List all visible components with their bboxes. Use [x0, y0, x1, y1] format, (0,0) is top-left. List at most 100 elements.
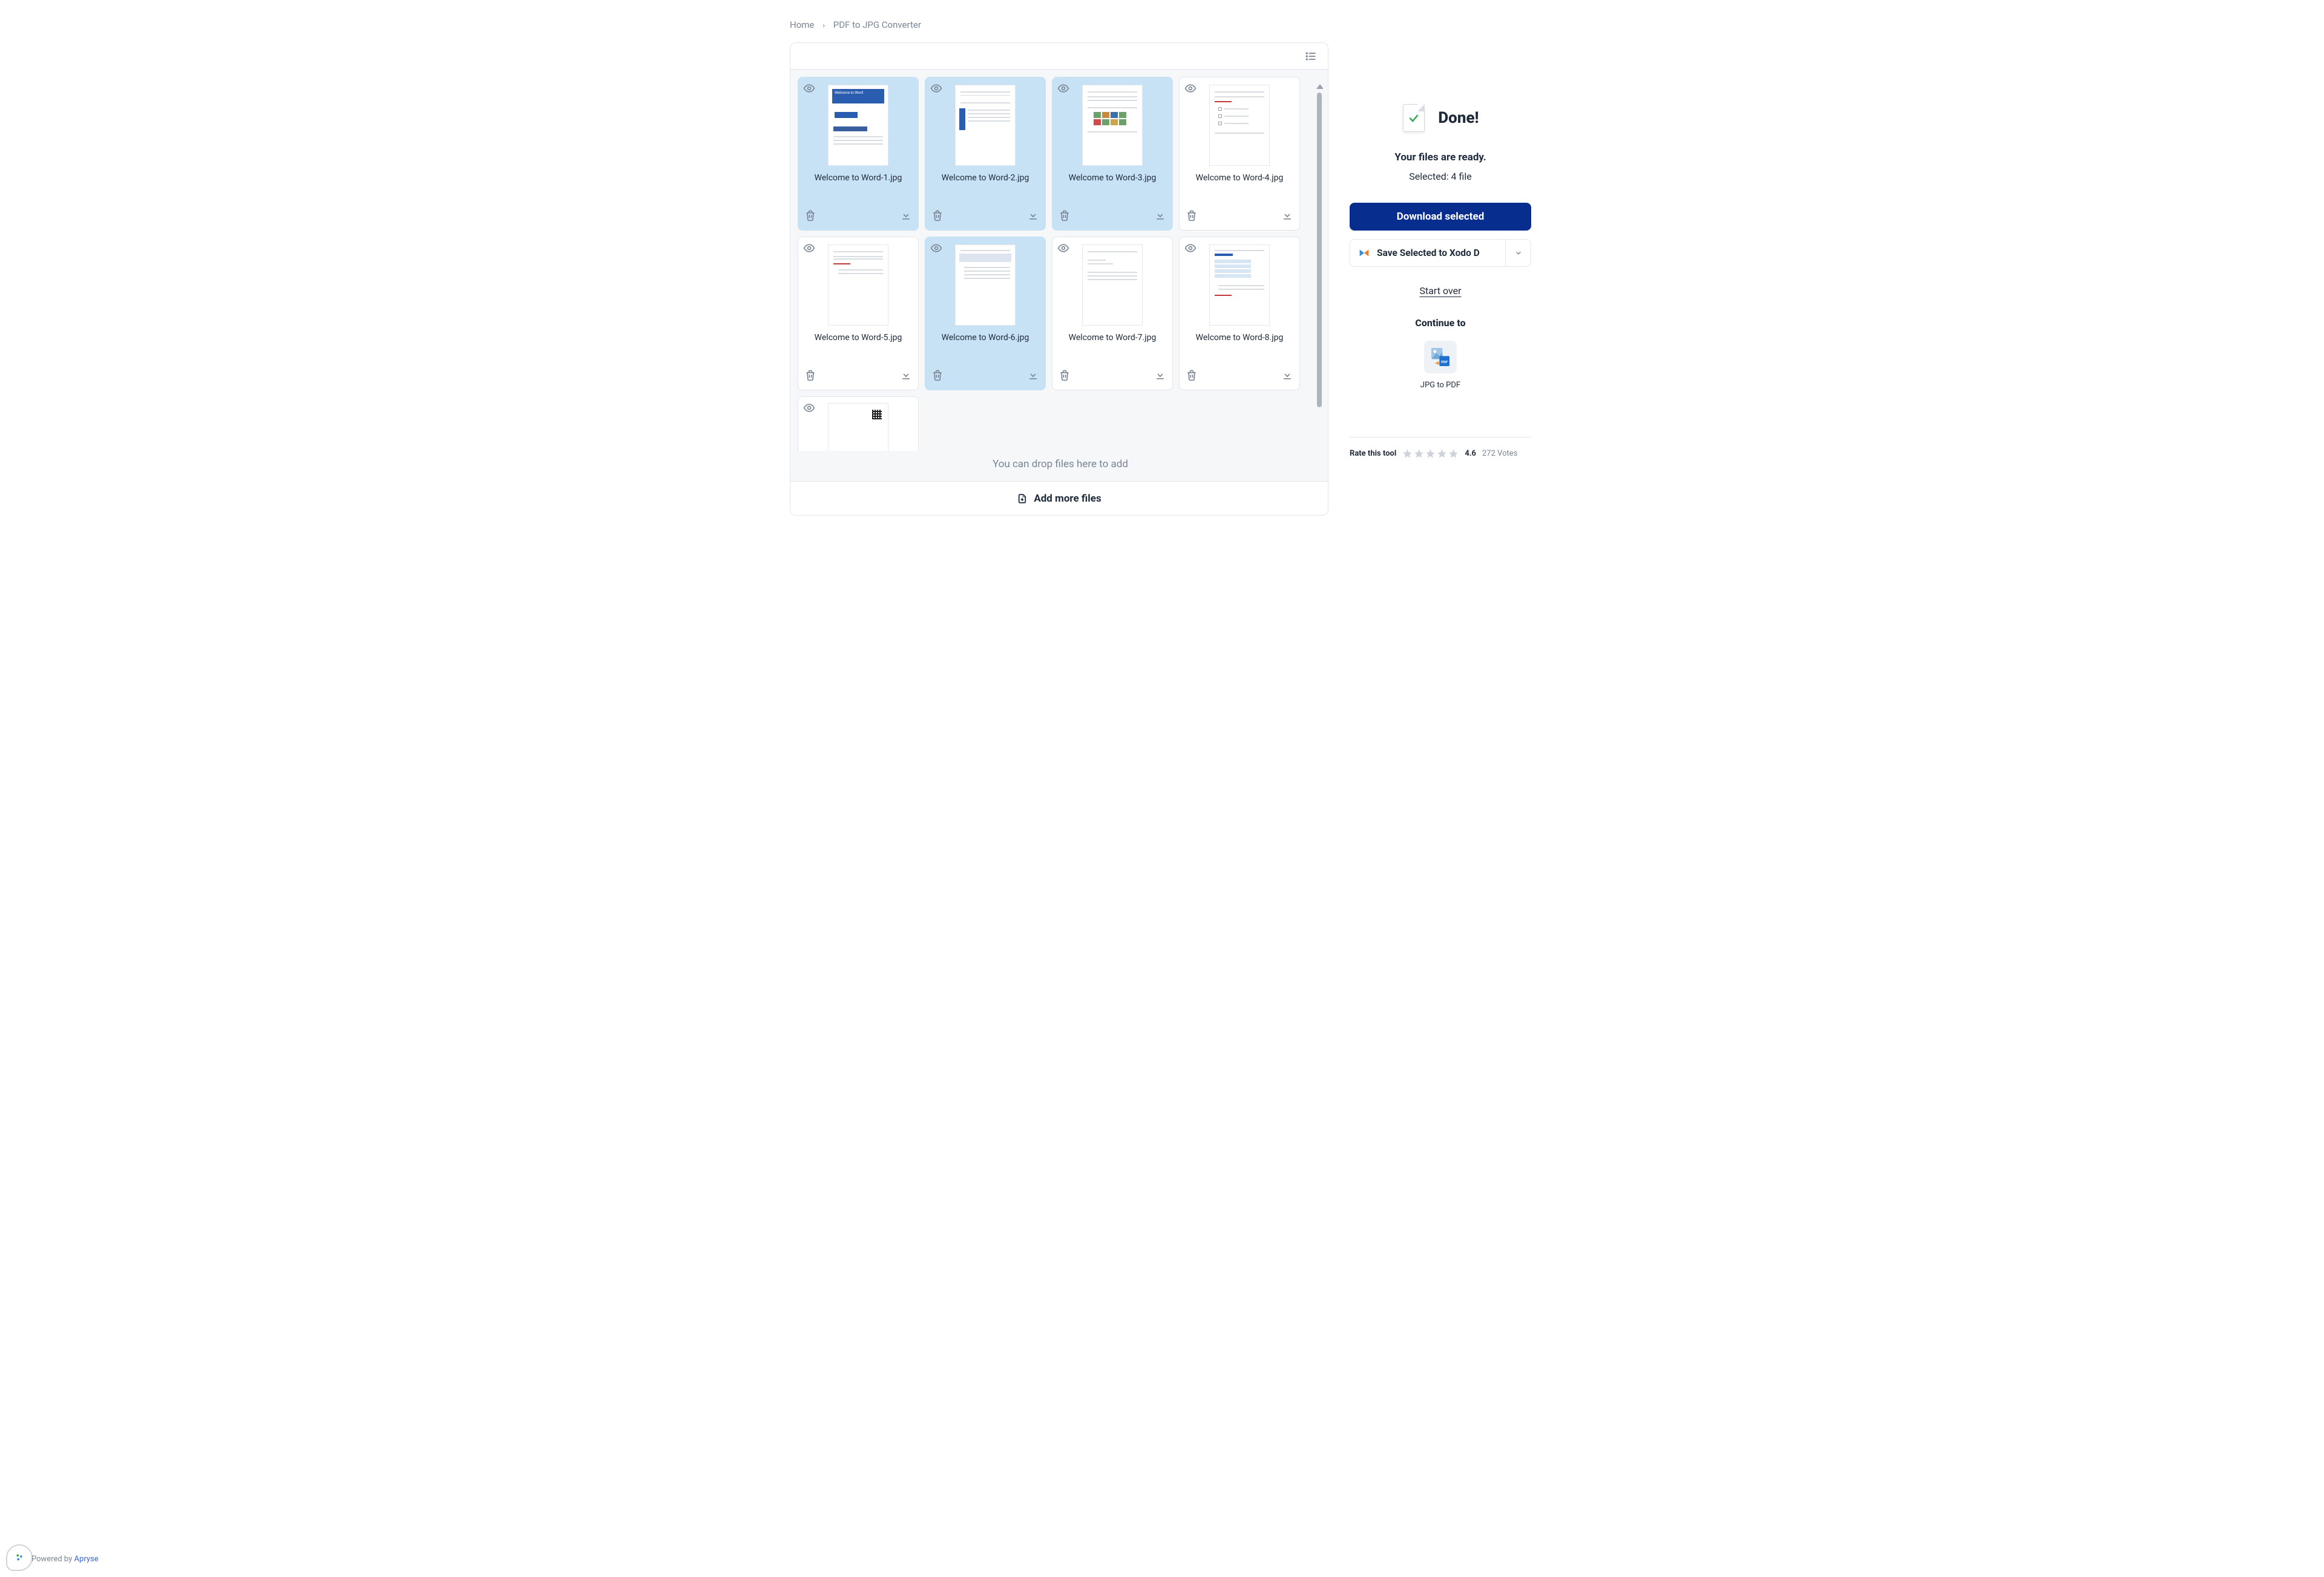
start-over-link[interactable]: Start over: [1419, 285, 1461, 297]
file-thumbnail: [1082, 85, 1143, 166]
continue-to-label: Continue to: [1415, 317, 1465, 329]
breadcrumb: Home › PDF to JPG Converter: [772, 0, 1552, 42]
delete-button[interactable]: [1059, 369, 1071, 384]
file-tile[interactable]: Welcome to Word-2.jpg: [925, 77, 1046, 231]
breadcrumb-current: PDF to JPG Converter: [833, 19, 921, 30]
eye-icon: [1057, 242, 1069, 254]
breadcrumb-home[interactable]: Home: [790, 19, 814, 30]
scroll-thumb[interactable]: [1317, 93, 1322, 407]
file-tile[interactable]: Welcome to Word-6.jpg: [925, 237, 1046, 390]
file-tile[interactable]: Welcome to Word-4.jpg: [1179, 77, 1300, 231]
file-name: Welcome to Word-8.jpg: [1180, 326, 1299, 343]
tile-actions: [1180, 205, 1299, 230]
preview-button[interactable]: [803, 402, 815, 414]
download-icon: [900, 209, 912, 221]
file-panel-toolbar: [790, 43, 1328, 70]
file-tile[interactable]: Welcome to Word-8.jpg: [1179, 237, 1300, 390]
file-tile[interactable]: Welcome to WordWelcome to Word-1.jpg: [798, 77, 919, 231]
delete-button[interactable]: [804, 369, 816, 384]
tile-actions: [798, 205, 918, 230]
download-button[interactable]: [1281, 369, 1293, 384]
list-view-button[interactable]: [1301, 47, 1321, 66]
svg-text:PDF: PDF: [1441, 361, 1448, 364]
rating-row: Rate this tool 4.6 272 Votes: [1350, 437, 1531, 459]
trash-icon: [1186, 369, 1198, 381]
file-thumbnail: [955, 85, 1016, 166]
save-to-drive-main[interactable]: Save Selected to Xodo D: [1350, 240, 1505, 266]
add-more-files-button[interactable]: Add more files: [790, 481, 1328, 515]
download-button[interactable]: [1281, 209, 1293, 224]
jpg-to-pdf-icon: PDF: [1424, 341, 1457, 373]
file-name: Welcome to Word-6.jpg: [925, 326, 1045, 343]
download-icon: [1027, 209, 1039, 221]
delete-button[interactable]: [1186, 369, 1198, 384]
save-to-drive-label: Save Selected to Xodo D: [1377, 248, 1480, 258]
add-more-label: Add more files: [1034, 493, 1101, 505]
file-plus-icon: [1017, 493, 1028, 504]
file-thumbnail: [828, 403, 888, 451]
rating-stars[interactable]: [1402, 448, 1459, 459]
tile-actions: [1052, 364, 1172, 390]
delete-button[interactable]: [804, 209, 816, 224]
download-button[interactable]: [900, 209, 912, 224]
preview-button[interactable]: [1184, 82, 1196, 94]
delete-button[interactable]: [931, 369, 944, 384]
check-icon: [1408, 112, 1420, 124]
trash-icon: [1059, 209, 1071, 221]
file-tile[interactable]: [798, 396, 919, 451]
file-name: Welcome to Word-2.jpg: [925, 166, 1045, 183]
eye-icon: [930, 242, 942, 254]
preview-button[interactable]: [1057, 82, 1069, 94]
done-file-icon: [1402, 103, 1427, 133]
trash-icon: [804, 369, 816, 381]
save-dropdown-button[interactable]: [1505, 240, 1531, 266]
file-thumbnail: Welcome to Word: [828, 85, 888, 166]
preview-button[interactable]: [1057, 242, 1069, 254]
delete-button[interactable]: [1059, 209, 1071, 224]
jpg-to-pdf-tile[interactable]: PDF JPG to PDF: [1420, 341, 1460, 390]
xodo-icon: [1357, 246, 1371, 260]
rate-label: Rate this tool: [1350, 449, 1396, 458]
download-button[interactable]: [1027, 369, 1039, 384]
download-selected-button[interactable]: Download selected: [1350, 203, 1531, 231]
delete-button[interactable]: [931, 209, 944, 224]
star-icon: [1437, 448, 1447, 459]
download-icon: [1281, 209, 1293, 221]
scrollbar[interactable]: [1316, 84, 1323, 451]
preview-button[interactable]: [803, 242, 815, 254]
trash-icon: [1186, 209, 1198, 221]
cookie-settings-button[interactable]: [6, 1544, 33, 1571]
apryse-link[interactable]: Apryse: [74, 1555, 99, 1564]
right-panel: Done! Your files are ready. Selected: 4 …: [1347, 42, 1534, 459]
save-to-drive-button: Save Selected to Xodo D: [1350, 239, 1531, 267]
eye-icon: [803, 242, 815, 254]
file-thumbnail: [1209, 85, 1270, 166]
star-icon: [1414, 448, 1424, 459]
preview-button[interactable]: [803, 82, 815, 94]
file-tile[interactable]: Welcome to Word-5.jpg: [798, 237, 919, 390]
eye-icon: [1184, 82, 1196, 94]
tile-actions: [925, 205, 1045, 230]
file-name: Welcome to Word-3.jpg: [1052, 166, 1172, 183]
tile-actions: [798, 364, 918, 390]
tile-actions: [1052, 205, 1172, 230]
eye-icon: [1184, 242, 1196, 254]
download-button[interactable]: [1027, 209, 1039, 224]
file-grid: Welcome to WordWelcome to Word-1.jpgWelc…: [798, 77, 1323, 451]
selected-count: Selected: 4 file: [1409, 171, 1472, 182]
file-name: Welcome to Word-7.jpg: [1052, 326, 1172, 343]
file-name: Welcome to Word-4.jpg: [1180, 166, 1299, 183]
download-button[interactable]: [1154, 209, 1166, 224]
download-button[interactable]: [900, 369, 912, 384]
preview-button[interactable]: [930, 82, 942, 94]
file-thumbnail: [1082, 244, 1143, 326]
preview-button[interactable]: [1184, 242, 1196, 254]
delete-button[interactable]: [1186, 209, 1198, 224]
file-tile[interactable]: Welcome to Word-3.jpg: [1052, 77, 1173, 231]
download-button[interactable]: [1154, 369, 1166, 384]
preview-button[interactable]: [930, 242, 942, 254]
file-tile[interactable]: Welcome to Word-7.jpg: [1052, 237, 1173, 390]
cookie-icon: [13, 1551, 26, 1564]
scroll-up-icon[interactable]: [1316, 84, 1323, 89]
file-grid-area: Welcome to WordWelcome to Word-1.jpgWelc…: [790, 70, 1328, 481]
